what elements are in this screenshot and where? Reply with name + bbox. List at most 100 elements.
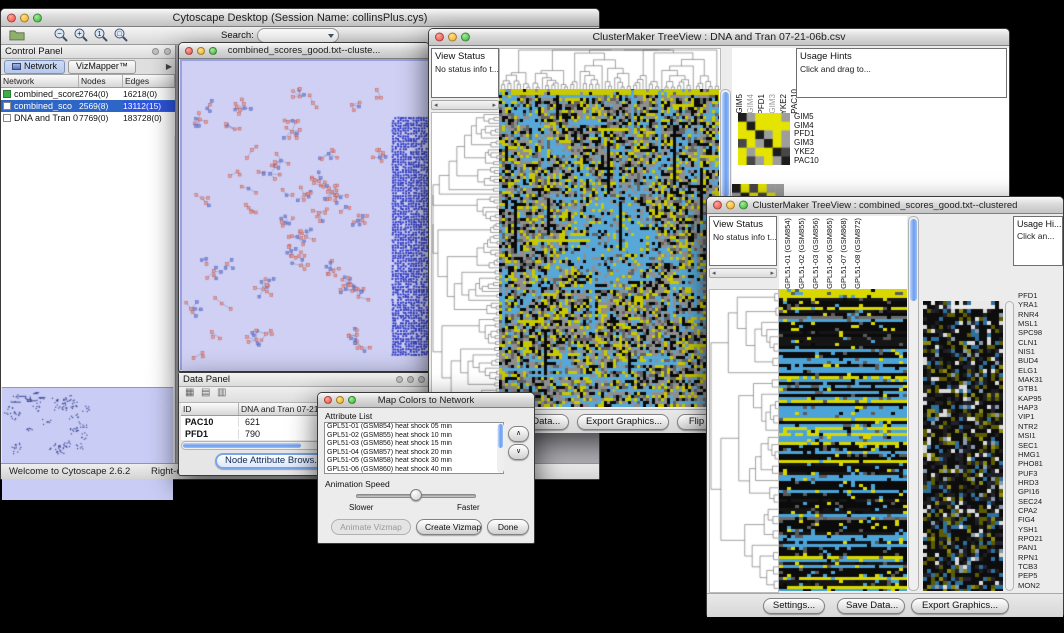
close-icon[interactable] xyxy=(713,201,722,210)
gene-label[interactable]: MAK31 xyxy=(1016,375,1063,384)
zoom-actual-size-icon[interactable]: 1 xyxy=(93,27,109,43)
attribute-list-scrollbar[interactable] xyxy=(497,423,504,473)
gene-column-label[interactable]: GIM3 xyxy=(768,94,777,114)
attribute-item[interactable]: GPL51-01 (GSM854) heat shock 05 min xyxy=(325,423,503,432)
scroll-right-icon[interactable]: ▸ xyxy=(770,269,774,277)
treeview2-titlebar[interactable]: ClusterMaker TreeView : combined_scores_… xyxy=(707,197,1063,214)
main-titlebar[interactable]: Cytoscape Desktop (Session Name: collins… xyxy=(1,9,599,27)
sub-heatmap-canvas[interactable] xyxy=(923,301,1003,591)
gene-label[interactable]: SEC24 xyxy=(1016,497,1063,506)
left-dendrogram-canvas[interactable] xyxy=(710,290,778,592)
treeview2-sub-heatmap[interactable] xyxy=(923,301,1003,591)
gene-label[interactable]: PFD1 xyxy=(1016,291,1063,300)
treeview1-mini-scrollbar[interactable]: ◂ ▸ xyxy=(431,100,499,110)
open-session-folder-icon[interactable] xyxy=(9,28,25,44)
export-graphics-button[interactable]: Export Graphics... xyxy=(577,414,669,430)
gene-label[interactable]: RNR4 xyxy=(1016,310,1063,319)
treeview2-heatmap[interactable] xyxy=(779,289,907,591)
data-panel-hscroll-thumb[interactable] xyxy=(183,443,301,448)
attribute-columns-icon[interactable]: ▥ xyxy=(217,387,226,399)
gene-label[interactable]: RPO21 xyxy=(1016,534,1063,543)
create-vizmap-button[interactable]: Create Vizmap xyxy=(416,519,482,535)
attribute-item[interactable]: GPL51-04 (GSM857) heat shock 20 min xyxy=(325,449,503,458)
save-data-button[interactable]: Save Data... xyxy=(837,598,905,614)
close-icon[interactable] xyxy=(324,396,332,404)
col-nodes[interactable]: Nodes xyxy=(79,75,123,87)
mini-heatmap-canvas[interactable] xyxy=(738,113,790,165)
gene-label[interactable]: GPI16 xyxy=(1016,487,1063,496)
attribute-item[interactable]: GPL51-05 (GSM858) heat shock 30 min xyxy=(325,457,503,466)
minimize-icon[interactable] xyxy=(197,47,205,55)
treeview1-heatmap[interactable] xyxy=(499,89,719,407)
experiment-column-label[interactable]: GPL51-01 (GSM854) xyxy=(783,218,792,289)
network-row[interactable]: combined_sco 2569(8) 13112(15) xyxy=(1,100,175,112)
search-input-box[interactable] xyxy=(257,28,339,43)
maximize-icon[interactable] xyxy=(33,13,42,22)
gene-column-label[interactable]: GIM4 xyxy=(746,94,755,114)
maximize-icon[interactable] xyxy=(739,201,748,210)
gene-label[interactable]: SPC98 xyxy=(1016,328,1063,337)
gene-label[interactable]: KAP95 xyxy=(1016,394,1063,403)
gene-label[interactable]: PEP5 xyxy=(1016,571,1063,580)
settings-button[interactable]: Settings... xyxy=(763,598,825,614)
network-view-titlebar[interactable]: combined_scores_good.txt--cluste... xyxy=(179,43,429,59)
col-id[interactable]: ID xyxy=(181,403,239,415)
dialog-titlebar[interactable]: Map Colors to Network xyxy=(318,393,534,408)
gene-label[interactable]: YSH1 xyxy=(1016,525,1063,534)
experiment-column-label[interactable]: GPL51-03 (GSM856) xyxy=(811,218,820,289)
speed-slider-knob[interactable] xyxy=(410,489,422,501)
animate-vizmap-button[interactable]: Animate Vizmap xyxy=(331,519,411,535)
close-icon[interactable] xyxy=(185,47,193,55)
maximize-icon[interactable] xyxy=(461,33,470,42)
gene-label[interactable]: MON2 xyxy=(1016,581,1063,590)
gene-label[interactable]: GTB1 xyxy=(1016,384,1063,393)
gene-label[interactable]: NIS1 xyxy=(1016,347,1063,356)
dropdown-arrow-icon[interactable] xyxy=(328,34,334,38)
panel-close-icon[interactable] xyxy=(149,47,159,58)
attribute-item[interactable]: GPL51-06 (GSM860) heat shock 40 min xyxy=(325,466,503,474)
gene-label[interactable]: VIP1 xyxy=(1016,412,1063,421)
treeview1-top-dendrogram[interactable] xyxy=(499,48,721,90)
scroll-left-icon[interactable]: ◂ xyxy=(712,269,716,277)
gene-label[interactable]: TCB3 xyxy=(1016,562,1063,571)
heatmap-canvas[interactable] xyxy=(499,89,719,407)
attribute-listbox[interactable]: GPL51-01 (GSM854) heat shock 05 min GPL51… xyxy=(324,422,504,474)
gene-label[interactable]: RPN1 xyxy=(1016,553,1063,562)
scroll-right-icon[interactable]: ▸ xyxy=(492,101,496,109)
gene-label[interactable]: YRA1 xyxy=(1016,300,1063,309)
minimize-icon[interactable] xyxy=(336,396,344,404)
treeview2-vscrollbar[interactable] xyxy=(908,216,919,591)
network-row[interactable]: combined_scores 2764(0) 16218(0) xyxy=(1,88,175,100)
attribute-list-scroll-thumb[interactable] xyxy=(498,424,503,448)
treeview2-sub-vscrollbar[interactable] xyxy=(1005,301,1014,591)
network-graph-canvas[interactable] xyxy=(182,61,428,371)
treeview2-left-dendrogram[interactable] xyxy=(709,289,779,593)
node-attribute-browser-button[interactable]: Node Attribute Brows... xyxy=(215,453,331,469)
gene-label[interactable]: ELG1 xyxy=(1016,366,1063,375)
gene-label[interactable]: HAP3 xyxy=(1016,403,1063,412)
col-edges[interactable]: Edges xyxy=(123,75,175,87)
search-input[interactable] xyxy=(264,31,326,41)
gene-label[interactable]: HRD3 xyxy=(1016,478,1063,487)
gene-label[interactable]: MSI1 xyxy=(1016,431,1063,440)
zoom-in-icon[interactable]: + xyxy=(73,27,89,43)
left-dendrogram-canvas[interactable] xyxy=(432,113,499,408)
gene-label[interactable]: SEC1 xyxy=(1016,441,1063,450)
tab-network[interactable]: Network xyxy=(4,60,65,74)
export-graphics-button[interactable]: Export Graphics... xyxy=(911,598,1009,614)
minimize-icon[interactable] xyxy=(20,13,29,22)
gene-label[interactable]: FIG4 xyxy=(1016,515,1063,524)
treeview1-left-dendrogram[interactable] xyxy=(431,112,500,409)
col-network[interactable]: Network xyxy=(1,75,79,87)
zoom-out-icon[interactable]: − xyxy=(53,27,69,43)
close-icon[interactable] xyxy=(7,13,16,22)
attribute-item[interactable]: GPL51-03 (GSM856) heat shock 15 min xyxy=(325,440,503,449)
treeview2-vscroll-thumb[interactable] xyxy=(910,219,917,301)
tab-overflow-icon[interactable]: ▶ xyxy=(166,62,172,71)
done-button[interactable]: Done xyxy=(487,519,529,535)
experiment-column-label[interactable]: GPL51-07 (GSM868) xyxy=(839,218,848,289)
treeview1-mini-heatmap-1[interactable] xyxy=(738,113,790,165)
gene-label[interactable]: HMG1 xyxy=(1016,450,1063,459)
gene-column-label[interactable]: YKE2 xyxy=(779,94,788,114)
gene-column-label[interactable]: PFD1 xyxy=(757,94,766,114)
